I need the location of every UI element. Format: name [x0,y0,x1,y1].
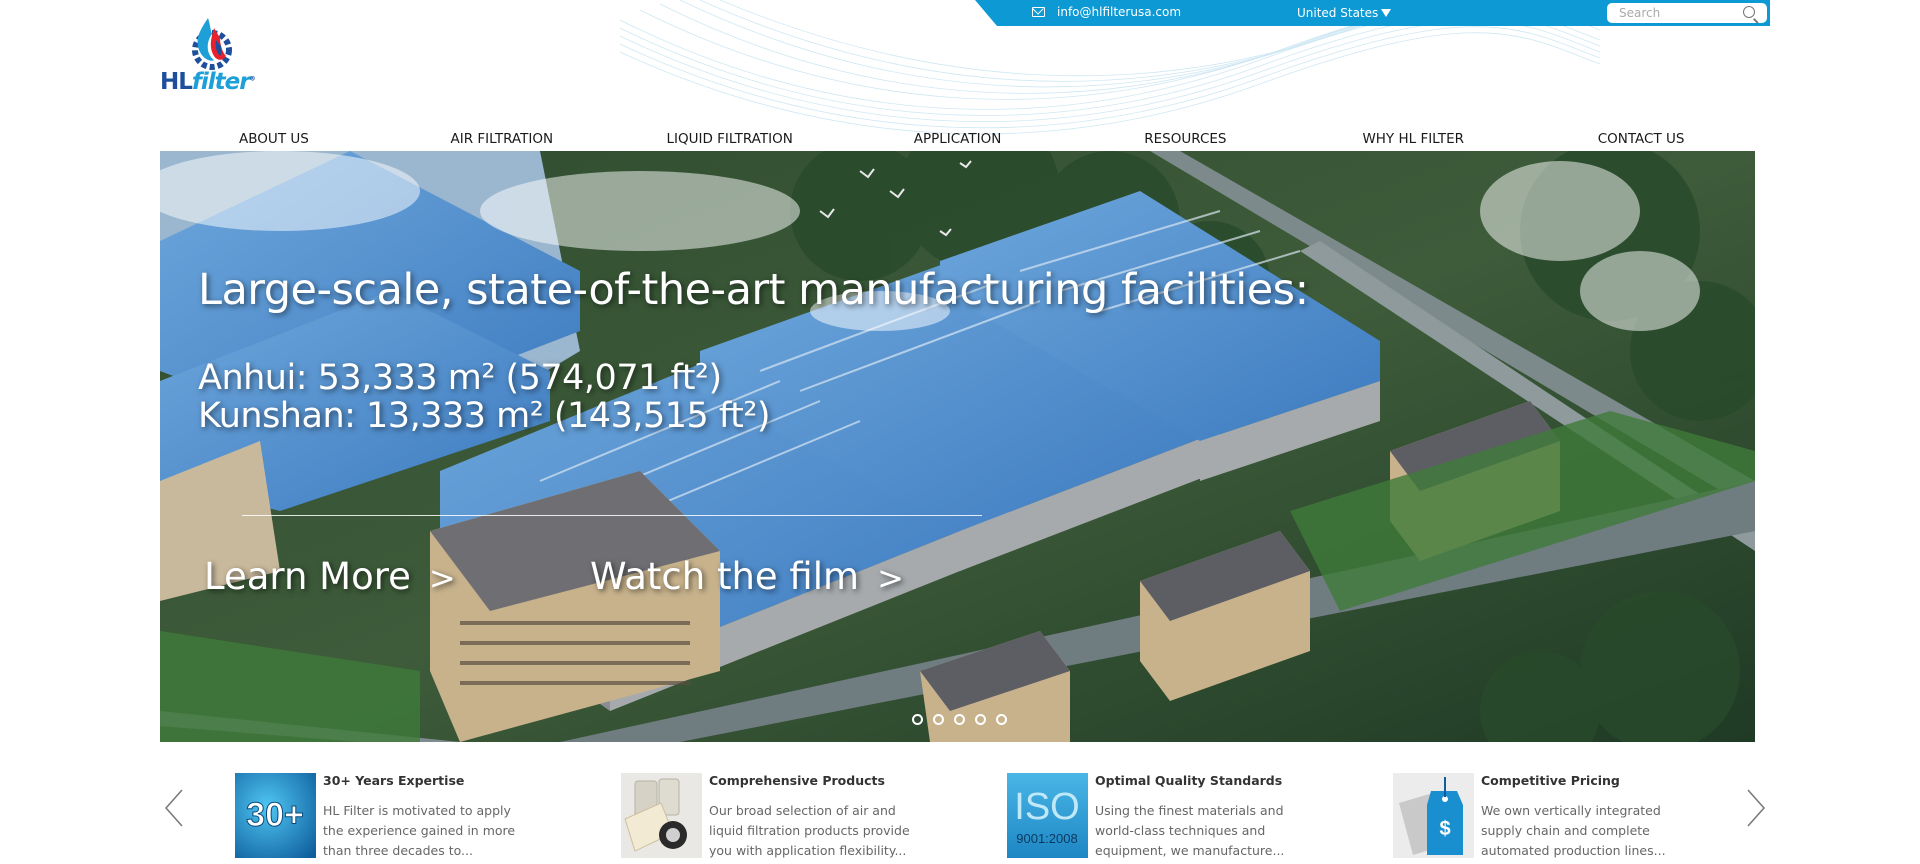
feature-title: Comprehensive Products [709,773,885,788]
svg-text:9001:2008: 9001:2008 [1016,831,1077,846]
hero-anhui-stat: Anhui: 53,333 m² (574,071 ft²) [198,358,722,398]
search-icon[interactable] [1743,6,1755,18]
logo-wordmark: HLfilter® [160,69,256,95]
feature-title: Competitive Pricing [1481,773,1620,788]
feature-description: Using the finest materials and world-cla… [1095,803,1285,858]
hero-slider: Large-scale, state-of-the-art manufactur… [160,151,1755,742]
feature-description: HL Filter is motivated to apply the expe… [323,803,516,858]
learn-more-label: Learn More [204,555,411,598]
feature-title: 30+ Years Expertise [323,773,465,788]
iso-badge-icon: ISO 9001:2008 [1007,773,1088,858]
hero-kunshan-stat: Kunshan: 13,333 m² (143,515 ft²) [198,396,771,436]
svg-text:$: $ [1439,818,1450,840]
chevron-right-icon: > [428,559,456,597]
nav-item-resources[interactable]: RESOURCES [1071,128,1299,150]
learn-more-link[interactable]: Learn More > [204,555,456,598]
features-carousel: 30+ 30+ Years Expertise HL Filter is mot… [160,758,1766,858]
30-plus-badge-icon: 30+ [235,773,316,858]
carousel-prev-arrow-icon[interactable] [162,788,186,828]
slider-dot-2[interactable] [933,714,944,725]
nav-item-why-hl-filter[interactable]: WHY HL FILTER [1299,128,1527,150]
chevron-right-icon: > [877,559,904,597]
price-tag-icon: $ [1393,773,1474,858]
feature-title: Optimal Quality Standards [1095,773,1283,788]
email-link[interactable]: info@hlfilterusa.com [1057,5,1181,19]
slider-dot-5[interactable] [996,714,1007,725]
feature-card-quality[interactable]: ISO 9001:2008 Optimal Quality Standards … [1007,773,1347,858]
main-nav: ABOUT US AIR FILTRATION LIQUID FILTRATIO… [160,128,1755,150]
slider-dot-4[interactable] [975,714,986,725]
feature-card-expertise[interactable]: 30+ 30+ Years Expertise HL Filter is mot… [235,773,575,858]
envelope-icon [1032,7,1045,17]
hl-filter-logo[interactable]: HLfilter® [160,16,270,96]
slider-dots [912,714,1007,725]
svg-text:30+: 30+ [246,796,304,834]
nav-item-about-us[interactable]: ABOUT US [160,128,388,150]
feature-card-products[interactable]: Comprehensive Products Our broad selecti… [621,773,961,858]
search-box [1607,3,1767,23]
country-selector[interactable]: United States [1297,6,1392,20]
feature-description: Our broad selection of air and liquid fi… [709,803,910,858]
logo-flame-gear-icon [192,18,232,70]
watch-film-link[interactable]: Watch the film > [590,555,904,598]
hero-divider [242,515,982,516]
caret-down-icon [1381,9,1392,17]
factory-aerial-image [160,151,1755,742]
slider-dot-1[interactable] [912,714,923,725]
watch-film-label: Watch the film [590,555,860,598]
nav-item-application[interactable]: APPLICATION [844,128,1072,150]
carousel-next-arrow-icon[interactable] [1744,788,1768,828]
feature-description: We own vertically integrated supply chai… [1481,803,1666,858]
country-label: United States [1297,6,1379,20]
top-bar: info@hlfilterusa.com United States [975,0,1770,26]
nav-item-contact-us[interactable]: CONTACT US [1527,128,1755,150]
filter-products-photo-icon [621,773,702,858]
svg-text:ISO: ISO [1014,786,1079,828]
feature-card-pricing[interactable]: $ Competitive Pricing We own vertically … [1393,773,1733,858]
search-input[interactable] [1607,3,1735,23]
nav-item-liquid-filtration[interactable]: LIQUID FILTRATION [616,128,844,150]
slider-dot-3[interactable] [954,714,965,725]
hero-title: Large-scale, state-of-the-art manufactur… [198,265,1309,315]
nav-item-air-filtration[interactable]: AIR FILTRATION [388,128,616,150]
